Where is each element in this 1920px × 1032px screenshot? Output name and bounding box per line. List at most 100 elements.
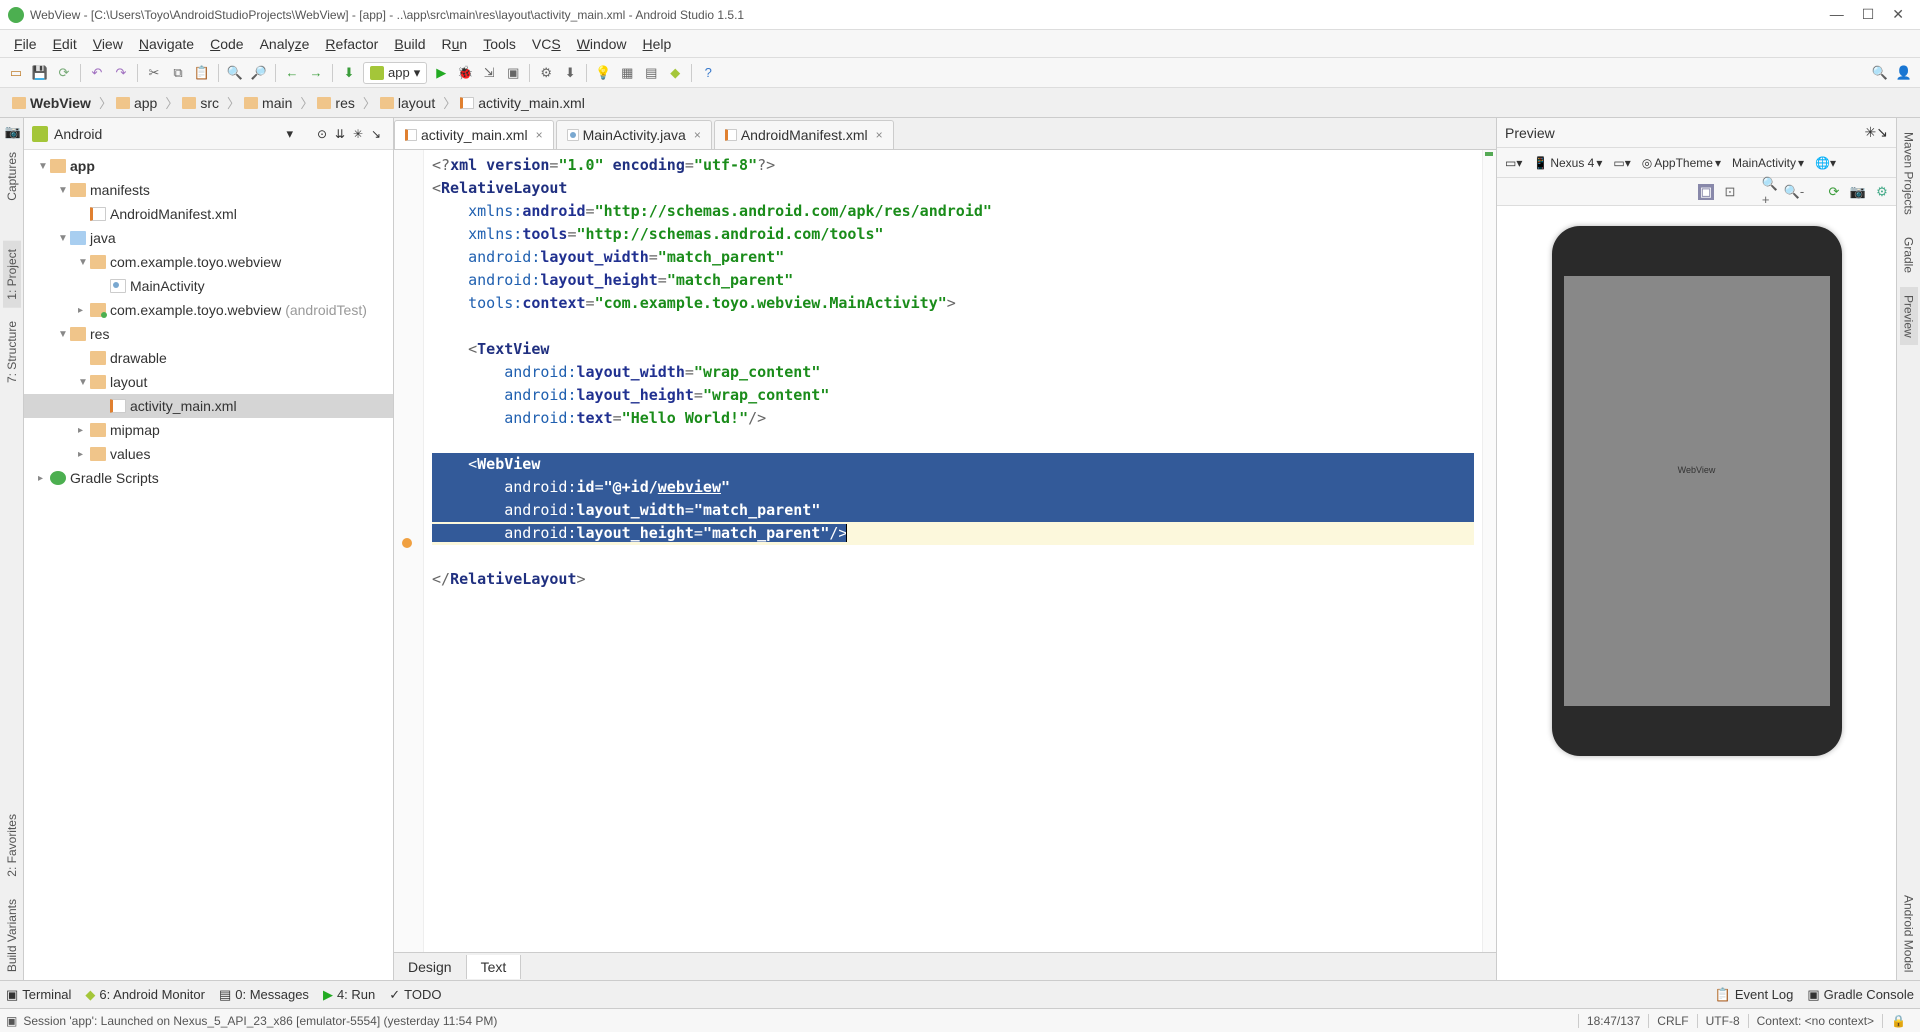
search-icon[interactable]: 🔍 [1870, 63, 1890, 83]
avd-icon[interactable]: ⚙ [536, 63, 556, 83]
menu-navigate[interactable]: Navigate [131, 34, 202, 54]
tab-run[interactable]: ▶ 4: Run [323, 987, 375, 1003]
settings-icon[interactable]: ⚙ [1874, 184, 1890, 200]
tab-gradle-console[interactable]: ▣ Gradle Console [1807, 987, 1914, 1003]
module-selector[interactable]: app ▾ [363, 62, 427, 84]
status-position[interactable]: 18:47/137 [1578, 1014, 1648, 1028]
tree-main-activity[interactable]: MainActivity [24, 274, 393, 298]
status-lock-icon[interactable]: 🔒 [1882, 1014, 1914, 1028]
status-line-separator[interactable]: CRLF [1648, 1014, 1696, 1028]
help-icon[interactable]: ? [698, 63, 718, 83]
maximize-button[interactable]: ☐ [1862, 6, 1875, 23]
sync2-icon[interactable]: ▤ [641, 63, 661, 83]
tree-java[interactable]: ▼java [24, 226, 393, 250]
tab-android-model[interactable]: Android Model [1900, 887, 1918, 980]
close-icon[interactable]: × [694, 128, 701, 142]
tree-drawable[interactable]: drawable [24, 346, 393, 370]
open-icon[interactable]: ▭ [6, 63, 26, 83]
theme-selector[interactable]: ◎AppTheme▾ [1638, 154, 1725, 172]
tab-build-variants[interactable]: Build Variants [3, 891, 21, 980]
tab-terminal[interactable]: ▣ Terminal [6, 987, 71, 1003]
zoom-out-icon[interactable]: 🔍- [1786, 184, 1802, 200]
tab-favorites[interactable]: 2: Favorites [3, 806, 21, 885]
settings-icon[interactable]: ✳ [349, 125, 367, 143]
tab-design[interactable]: Design [394, 955, 467, 979]
monitor-icon[interactable]: 💡 [593, 63, 613, 83]
copy-icon[interactable]: ⧉ [168, 63, 188, 83]
replace-icon[interactable]: 🔎 [249, 63, 269, 83]
menu-build[interactable]: Build [386, 34, 433, 54]
device-selector[interactable]: 📱Nexus 4▾ [1529, 154, 1606, 172]
close-icon[interactable]: × [876, 128, 883, 142]
collapse-icon[interactable]: ⇊ [331, 125, 349, 143]
locale-selector[interactable]: 🌐▾ [1811, 154, 1840, 172]
menu-run[interactable]: Run [434, 34, 476, 54]
attach-icon[interactable]: ⇲ [479, 63, 499, 83]
status-icon[interactable]: ▣ [6, 1014, 17, 1028]
back-icon[interactable]: ← [282, 63, 302, 83]
gear-icon[interactable]: ✳ [1865, 124, 1877, 141]
zoom-in-icon[interactable]: 🔍+ [1762, 184, 1778, 200]
menu-help[interactable]: Help [635, 34, 680, 54]
tab-manifest[interactable]: AndroidManifest.xml× [714, 120, 894, 149]
status-context[interactable]: Context: <no context> [1748, 1014, 1882, 1028]
minimize-button[interactable]: — [1830, 6, 1844, 23]
tab-todo[interactable]: ✓ TODO [389, 987, 441, 1003]
crumb-webview[interactable]: WebView [6, 91, 101, 115]
user-icon[interactable]: 👤 [1894, 63, 1914, 83]
tab-structure[interactable]: 7: Structure [3, 313, 21, 391]
tree-values[interactable]: ▸values [24, 442, 393, 466]
tree-res[interactable]: ▼res [24, 322, 393, 346]
crumb-res[interactable]: res [311, 91, 364, 115]
find-icon[interactable]: 🔍 [225, 63, 245, 83]
undo-icon[interactable]: ↶ [87, 63, 107, 83]
menu-window[interactable]: Window [569, 34, 635, 54]
debug-icon[interactable]: 🐞 [455, 63, 475, 83]
tab-text[interactable]: Text [467, 955, 522, 979]
forward-icon[interactable]: → [306, 63, 326, 83]
tree-activity-main[interactable]: activity_main.xml [24, 394, 393, 418]
scroll-from-source-icon[interactable]: ⊙ [313, 125, 331, 143]
paste-icon[interactable]: 📋 [192, 63, 212, 83]
tree-manifests[interactable]: ▼manifests [24, 178, 393, 202]
crumb-main[interactable]: main [238, 91, 302, 115]
activity-selector[interactable]: MainActivity▾ [1728, 154, 1808, 172]
crumb-src[interactable]: src [176, 91, 229, 115]
project-mode-selector[interactable]: Android [54, 126, 286, 142]
tree-layout[interactable]: ▼layout [24, 370, 393, 394]
menu-tools[interactable]: Tools [475, 34, 524, 54]
tree-pkg-main[interactable]: ▼com.example.toyo.webview [24, 250, 393, 274]
tree-app[interactable]: ▼app [24, 154, 393, 178]
sdk-icon[interactable]: ⬇ [560, 63, 580, 83]
zoom-actual-icon[interactable]: ⊡ [1722, 184, 1738, 200]
menu-edit[interactable]: Edit [45, 34, 85, 54]
hide-icon[interactable]: ↘ [1876, 124, 1888, 141]
menu-view[interactable]: View [85, 34, 131, 54]
tree-mipmap[interactable]: ▸mipmap [24, 418, 393, 442]
hide-icon[interactable]: ↘ [367, 125, 385, 143]
zoom-fit-icon[interactable]: ▣ [1698, 184, 1714, 200]
tree-gradle-scripts[interactable]: ▸Gradle Scripts [24, 466, 393, 490]
refresh-icon[interactable]: ⟳ [1826, 184, 1842, 200]
android-tool-icon[interactable]: ◆ [665, 63, 685, 83]
tab-gradle[interactable]: Gradle [1900, 229, 1918, 281]
make-icon[interactable]: ⬇ [339, 63, 359, 83]
tab-captures[interactable]: Captures [3, 144, 21, 209]
menu-file[interactable]: File [6, 34, 45, 54]
save-icon[interactable]: 💾 [30, 63, 50, 83]
tab-messages[interactable]: ▤ 0: Messages [219, 987, 309, 1003]
stop-icon[interactable]: ▣ [503, 63, 523, 83]
status-encoding[interactable]: UTF-8 [1697, 1014, 1748, 1028]
crumb-layout[interactable]: layout [374, 91, 445, 115]
close-button[interactable]: ✕ [1892, 6, 1904, 23]
tab-android-monitor[interactable]: ◆ 6: Android Monitor [85, 987, 205, 1003]
warning-marker-icon[interactable] [402, 538, 412, 548]
tab-activity-main[interactable]: activity_main.xml× [394, 120, 554, 149]
cut-icon[interactable]: ✂ [144, 63, 164, 83]
redo-icon[interactable]: ↷ [111, 63, 131, 83]
tab-preview[interactable]: Preview [1900, 287, 1918, 346]
tab-maven[interactable]: Maven Projects [1900, 124, 1918, 223]
structure-icon[interactable]: ▦ [617, 63, 637, 83]
menu-code[interactable]: Code [202, 34, 251, 54]
tab-mainactivity[interactable]: MainActivity.java× [556, 120, 712, 149]
